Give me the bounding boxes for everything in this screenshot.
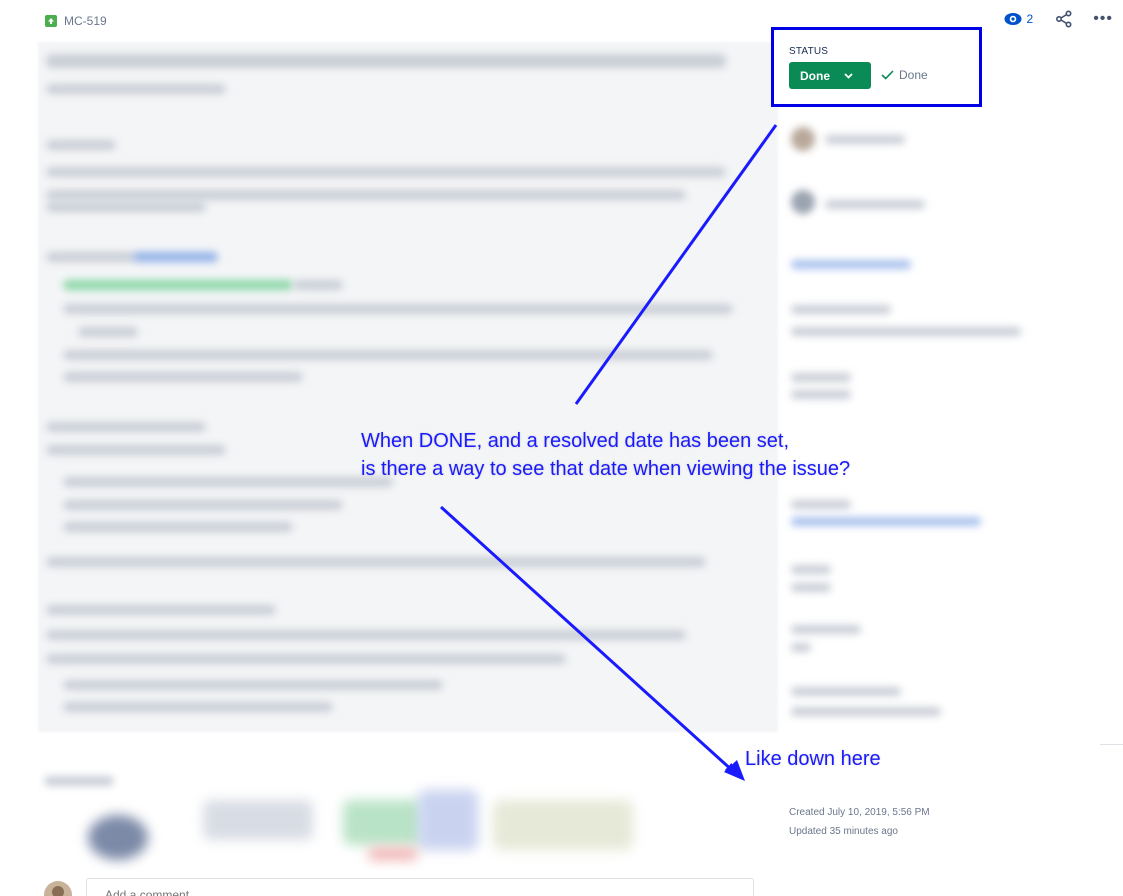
- issue-actions: 2 •••: [1004, 10, 1114, 28]
- annotation-pointer: Like down here: [745, 748, 881, 770]
- share-icon: [1056, 10, 1072, 28]
- blurred-issue-description: [38, 42, 778, 732]
- comment-composer: [44, 878, 754, 896]
- issue-dates: Created July 10, 2019, 5:56 PM Updated 3…: [789, 803, 930, 841]
- watch-count: 2: [1026, 12, 1034, 26]
- resolution-indicator: Done: [881, 68, 928, 82]
- eye-icon: [1004, 13, 1021, 25]
- add-comment-input[interactable]: [86, 878, 754, 896]
- issue-key-link[interactable]: MC-519: [64, 14, 107, 28]
- status-panel: STATUS Done Done: [771, 27, 982, 107]
- updated-date: Updated 35 minutes ago: [789, 826, 898, 837]
- status-dropdown-button[interactable]: Done: [789, 62, 871, 89]
- watch-button[interactable]: 2: [1004, 12, 1034, 26]
- blurred-sidebar-fields: [785, 115, 1045, 735]
- created-date: Created July 10, 2019, 5:56 PM: [789, 807, 930, 818]
- user-avatar: [44, 881, 72, 896]
- issue-breadcrumb: MC-519: [45, 12, 107, 30]
- annotation-line-1: When DONE, and a resolved date has been …: [361, 430, 790, 452]
- more-actions-icon[interactable]: •••: [1093, 11, 1113, 27]
- checkmark-icon: [881, 70, 894, 80]
- share-button[interactable]: [1055, 10, 1073, 28]
- annotation-line-2: is there a way to see that date when vie…: [361, 458, 851, 480]
- annotation-question: When DONE, and a resolved date has been …: [361, 427, 1001, 483]
- chevron-down-icon: [844, 72, 853, 79]
- status-value: Done: [800, 68, 830, 83]
- resolution-value: Done: [899, 68, 928, 82]
- story-icon: [45, 15, 57, 27]
- status-label: STATUS: [789, 46, 829, 57]
- blurred-attachments: [38, 760, 738, 870]
- sidebar-divider: [1100, 744, 1123, 745]
